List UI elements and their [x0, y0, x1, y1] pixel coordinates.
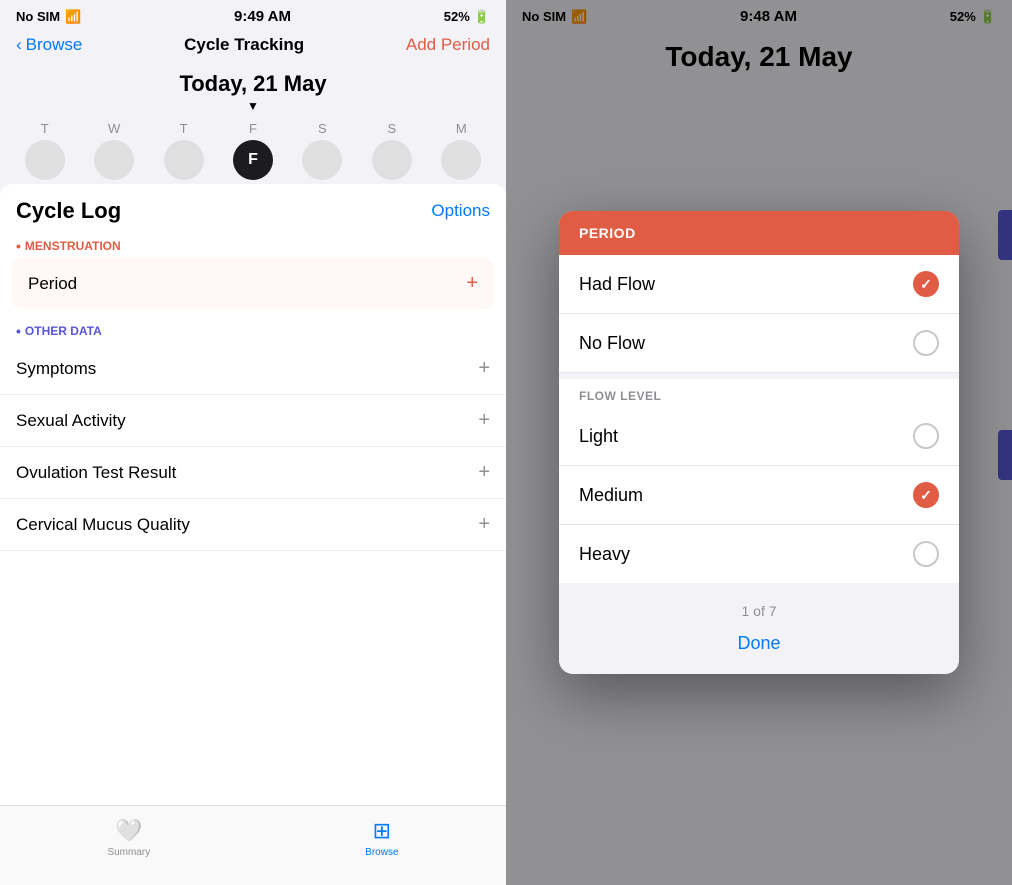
- browse-icon: ⊞: [373, 818, 391, 844]
- sexual-activity-label: Sexual Activity: [16, 411, 126, 431]
- cal-letter-1: W: [108, 121, 120, 136]
- had-flow-radio[interactable]: [913, 271, 939, 297]
- modal-footer: 1 of 7 Done: [559, 583, 959, 674]
- cervical-item[interactable]: Cervical Mucus Quality +: [0, 499, 506, 551]
- heavy-option[interactable]: Heavy: [559, 525, 959, 583]
- browse-tab-label: Browse: [365, 847, 398, 858]
- calendar-row: T W T F F S S M: [0, 117, 506, 184]
- cal-circle-0: [25, 140, 65, 180]
- no-flow-radio[interactable]: [913, 330, 939, 356]
- cal-circle-4: [302, 140, 342, 180]
- other-data-label: OTHER DATA: [0, 313, 506, 343]
- cal-circle-1: [94, 140, 134, 180]
- status-left: No SIM 📶: [16, 9, 81, 25]
- menstruation-label: MENSTRUATION: [0, 232, 506, 258]
- calendar-arrow: ▼: [0, 99, 506, 113]
- light-label: Light: [579, 426, 618, 447]
- modal-header: PERIOD: [559, 211, 959, 255]
- back-label[interactable]: Browse: [26, 35, 83, 55]
- period-add-icon[interactable]: +: [466, 272, 478, 295]
- light-radio[interactable]: [913, 423, 939, 449]
- medium-label: Medium: [579, 485, 643, 506]
- battery-icon-left: 🔋: [474, 9, 490, 25]
- left-panel: No SIM 📶 9:49 AM 52% 🔋 ‹ Browse Cycle Tr…: [0, 0, 506, 885]
- nav-title: Cycle Tracking: [184, 35, 304, 55]
- sexual-activity-add-icon[interactable]: +: [478, 409, 490, 432]
- cal-day-3[interactable]: F F: [225, 121, 281, 180]
- cal-circle-2: [164, 140, 204, 180]
- no-flow-option[interactable]: No Flow: [559, 314, 959, 373]
- ovulation-item[interactable]: Ovulation Test Result +: [0, 447, 506, 499]
- had-flow-option[interactable]: Had Flow: [559, 255, 959, 314]
- cal-letter-3: F: [249, 121, 257, 136]
- had-flow-label: Had Flow: [579, 274, 655, 295]
- cal-letter-6: M: [456, 121, 467, 136]
- modal-title: PERIOD: [579, 225, 939, 241]
- ovulation-add-icon[interactable]: +: [478, 461, 490, 484]
- symptoms-label: Symptoms: [16, 359, 96, 379]
- summary-tab-label: Summary: [107, 847, 150, 858]
- cervical-add-icon[interactable]: +: [478, 513, 490, 536]
- medium-option[interactable]: Medium: [559, 466, 959, 525]
- back-chevron-icon: ‹: [16, 35, 22, 55]
- light-option[interactable]: Light: [559, 407, 959, 466]
- symptoms-item[interactable]: Symptoms +: [0, 343, 506, 395]
- period-item[interactable]: Period +: [12, 258, 494, 309]
- period-label: Period: [28, 274, 77, 294]
- no-flow-label: No Flow: [579, 333, 645, 354]
- date-header-left: Today, 21 May: [0, 63, 506, 99]
- modal-body: Had Flow No Flow FLOW LEVEL Light Med: [559, 255, 959, 583]
- tab-summary[interactable]: 🤍 Summary: [107, 818, 150, 858]
- modal-overlay: PERIOD Had Flow No Flow FLOW LEVEL: [506, 0, 1012, 885]
- status-bar-left: No SIM 📶 9:49 AM 52% 🔋: [0, 0, 506, 29]
- right-panel: No SIM 📶 9:48 AM 52% 🔋 Today, 21 May PER…: [506, 0, 1012, 885]
- cal-day-2: T: [156, 121, 212, 180]
- cal-circle-3: F: [233, 140, 273, 180]
- cal-day-4: S: [294, 121, 350, 180]
- cal-circle-6: [441, 140, 481, 180]
- heavy-radio[interactable]: [913, 541, 939, 567]
- cycle-log-header: Cycle Log Options: [0, 184, 506, 232]
- heavy-label: Heavy: [579, 544, 630, 565]
- tab-browse[interactable]: ⊞ Browse: [365, 818, 398, 858]
- done-button[interactable]: Done: [579, 633, 939, 654]
- battery-left: 52% 🔋: [444, 9, 490, 25]
- cycle-log-section: Cycle Log Options MENSTRUATION Period + …: [0, 184, 506, 885]
- cal-letter-2: T: [180, 121, 188, 136]
- options-button[interactable]: Options: [431, 201, 490, 221]
- ovulation-label: Ovulation Test Result: [16, 463, 176, 483]
- add-period-button[interactable]: Add Period: [406, 35, 490, 55]
- cal-day-0: T: [17, 121, 73, 180]
- tab-bar: 🤍 Summary ⊞ Browse: [0, 805, 506, 885]
- carrier-left: No SIM: [16, 9, 60, 24]
- sexual-activity-item[interactable]: Sexual Activity +: [0, 395, 506, 447]
- medium-radio[interactable]: [913, 482, 939, 508]
- cal-day-1: W: [86, 121, 142, 180]
- page-indicator: 1 of 7: [579, 603, 939, 619]
- flow-level-label: FLOW LEVEL: [559, 373, 959, 407]
- nav-bar: ‹ Browse Cycle Tracking Add Period: [0, 29, 506, 63]
- cal-letter-5: S: [387, 121, 396, 136]
- cal-day-5: S: [364, 121, 420, 180]
- time-left: 9:49 AM: [234, 8, 291, 25]
- cervical-label: Cervical Mucus Quality: [16, 515, 190, 535]
- cycle-log-title: Cycle Log: [16, 198, 121, 224]
- cal-circle-5: [372, 140, 412, 180]
- cal-day-6: M: [433, 121, 489, 180]
- cal-letter-4: S: [318, 121, 327, 136]
- symptoms-add-icon[interactable]: +: [478, 357, 490, 380]
- wifi-icon-left: 📶: [65, 9, 81, 25]
- cal-letter-0: T: [41, 121, 49, 136]
- heart-icon: 🤍: [115, 818, 142, 844]
- back-button[interactable]: ‹ Browse: [16, 35, 82, 55]
- period-modal: PERIOD Had Flow No Flow FLOW LEVEL: [559, 211, 959, 674]
- battery-label-left: 52%: [444, 9, 470, 24]
